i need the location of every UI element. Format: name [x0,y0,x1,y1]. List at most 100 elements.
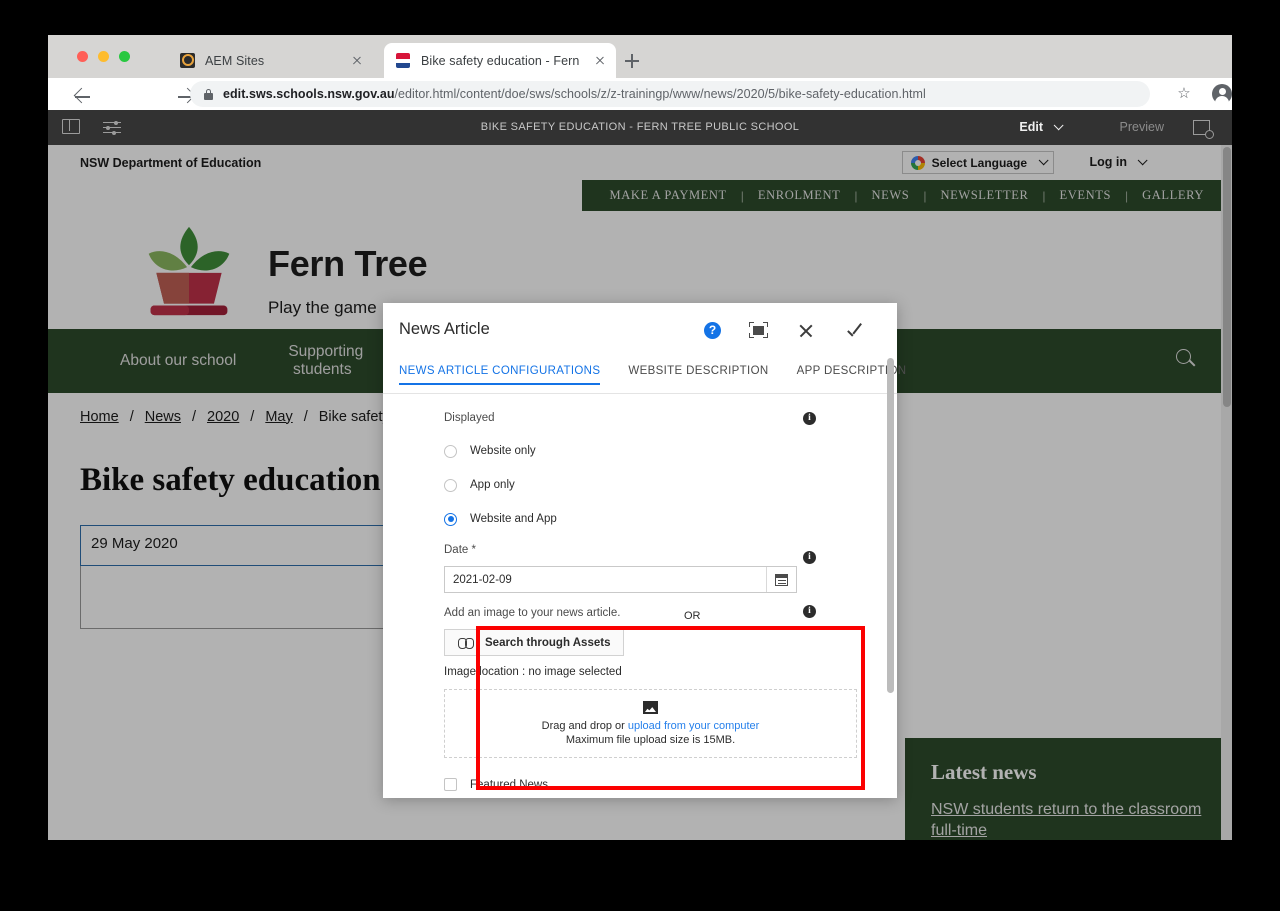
util-nav-newsletter[interactable]: NEWSLETTER [926,188,1042,203]
fullscreen-icon[interactable] [749,322,768,338]
nav-item-supporting-students[interactable]: Supporting students [262,343,382,379]
radio-app-only[interactable]: App only [444,468,857,502]
radio-button[interactable] [444,444,457,458]
radio-button-selected[interactable] [444,512,457,526]
breadcrumb-separator: / [250,408,255,425]
featured-news-checkbox-row[interactable]: Featured News [444,778,857,791]
utility-nav: MAKE A PAYMENT | ENROLMENT | NEWS | NEWSLET… [581,180,1232,211]
tab-news-article-configurations[interactable]: NEWS ARTICLE CONFIGURATIONS [399,357,612,385]
checkbox[interactable] [444,778,457,791]
search-through-assets-button[interactable]: Search through Assets [444,629,625,656]
forward-button[interactable] [110,81,196,107]
school-tagline: Play the game [268,298,377,317]
dialog-scrollbar-thumb[interactable] [887,358,894,693]
browser-window: AEM Sites Bike safety education - Fern T… [48,35,1232,840]
util-nav-enrolment[interactable]: ENROLMENT [744,188,854,203]
check-icon[interactable] [847,322,864,339]
drop-prefix: Drag and drop or [541,720,628,732]
or-label: OR [684,610,701,622]
help-circle-icon[interactable]: ? [704,322,721,339]
radio-website-only[interactable]: Website only [444,434,857,468]
window-maximize-button[interactable] [119,51,130,62]
search-assets-label: Search through Assets [485,636,611,649]
close-icon[interactable] [592,53,608,69]
aem-preview-button[interactable]: Preview [1120,110,1164,145]
login-button[interactable]: Log in [1089,145,1148,180]
util-nav-news[interactable]: NEWS [858,188,924,203]
dialog-title: News Article [399,320,490,338]
profile-avatar-icon[interactable] [1212,84,1232,105]
news-article-dialog: News Article ? NEWS ARTICLE CONFIGURATIO… [383,303,906,798]
breadcrumb-may[interactable]: May [265,409,292,425]
aem-icon [180,52,196,69]
util-nav-events[interactable]: EVENTS [1046,188,1126,203]
address-bar[interactable]: edit.sws.schools.nsw.gov.au/editor.html/… [190,81,1150,107]
login-label: Log in [1089,155,1128,169]
radio-website-and-app[interactable]: Website and App [444,502,857,536]
utility-nav-row: MAKE A PAYMENT | ENROLMENT | NEWS | NEWSLET… [48,180,1232,211]
latest-news-panel: Latest news NSW students return to the c… [905,738,1232,840]
image-placeholder-icon [643,701,658,714]
image-dropzone[interactable]: Drag and drop or upload from your comput… [444,689,857,758]
tab-label: Bike safety education - Fern Tr [421,53,583,68]
date-value: 2021-02-09 [453,573,512,586]
tab-label: AEM Sites [205,53,265,68]
upload-from-computer-link[interactable]: upload from your computer [628,720,759,732]
language-selector[interactable]: Select Language [901,151,1054,174]
search-icon[interactable] [1176,349,1198,371]
info-icon[interactable]: i [803,412,816,425]
chevron-down-icon [1038,155,1049,166]
date-label: Date * [444,544,476,556]
breadcrumb-separator: / [303,408,308,425]
close-icon[interactable] [798,323,814,339]
tab-app-description[interactable]: APP DESCRIPTION [797,357,919,377]
nav-item-about-our-school[interactable]: About our school [94,352,262,370]
breadcrumb-home[interactable]: Home [80,409,119,425]
browser-tab-aem-sites[interactable]: AEM Sites [168,43,373,78]
news-link[interactable]: NSW students return to the classroom ful… [931,799,1209,840]
potted-plant-logo [148,226,230,316]
window-close-button[interactable] [77,51,88,62]
breadcrumb-2020[interactable]: 2020 [207,409,239,425]
displayed-label: Displayed [444,412,495,424]
new-tab-button[interactable] [620,49,644,73]
lock-icon [204,88,213,100]
dropzone-instruction: Drag and drop or upload from your comput… [542,720,760,732]
dropzone-max-size: Maximum file upload size is 15MB. [565,734,736,746]
list-item[interactable]: NSW students return to the classroom ful… [931,799,1209,840]
dialog-scrollbar[interactable] [887,358,894,798]
browser-tab-strip: AEM Sites Bike safety education - Fern T… [48,35,1232,78]
image-section-label: Add an image to your news article. [444,607,621,619]
doe-top-bar: NSW Department of Education Select Langu… [48,145,1232,180]
util-nav-make-a-payment[interactable]: MAKE A PAYMENT [596,188,741,203]
browser-tab-bike-safety[interactable]: Bike safety education - Fern Tr [384,43,616,78]
window-minimize-button[interactable] [98,51,109,62]
util-nav-gallery[interactable]: GALLERY [1128,188,1218,203]
school-name: Fern Tree [268,243,428,284]
bookmark-star-icon[interactable]: ☆ [1176,86,1192,102]
google-translate-icon [910,155,925,170]
radio-button[interactable] [444,478,457,492]
page-scrollbar-thumb[interactable] [1222,147,1231,407]
binoculars-icon [458,637,474,649]
image-location-text: Image location : no image selected [444,666,622,678]
date-input[interactable]: 2021-02-09 [444,566,797,593]
radio-label: Website only [470,445,536,457]
dialog-body: Displayed i Website only App only Websit… [383,394,897,798]
back-button[interactable] [58,81,90,107]
info-icon[interactable]: i [803,605,816,618]
tab-website-description[interactable]: WEBSITE DESCRIPTION [628,357,780,377]
close-icon[interactable] [349,53,365,69]
chevron-down-icon [1137,155,1148,166]
annotations-icon[interactable] [1193,120,1214,139]
nsw-doe-icon [396,52,412,69]
info-icon[interactable]: i [803,551,816,564]
calendar-icon[interactable] [766,567,796,592]
url-host: edit.sws.schools.nsw.gov.au [223,87,395,101]
aem-edit-mode-selector[interactable]: Edit [1019,110,1064,145]
page-viewport: BIKE SAFETY EDUCATION - FERN TREE PUBLIC… [48,110,1232,840]
dialog-tabs: NEWS ARTICLE CONFIGURATIONS WEBSITE DESC… [383,357,906,394]
breadcrumb-news[interactable]: News [145,409,181,425]
page-scrollbar[interactable] [1221,145,1232,840]
reload-button[interactable] [152,81,280,107]
